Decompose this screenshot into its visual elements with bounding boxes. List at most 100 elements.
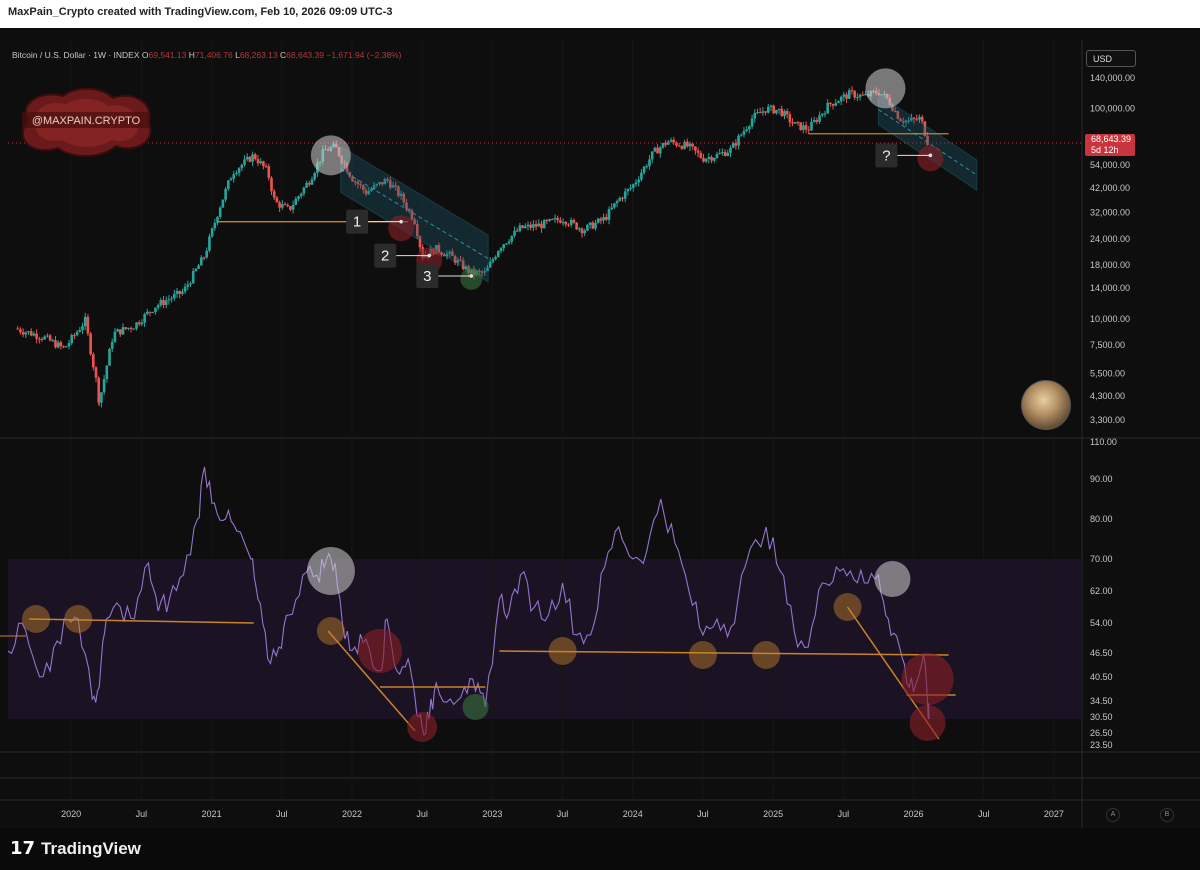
candle-body (92, 354, 95, 368)
candle-body (810, 121, 813, 131)
candle-body (140, 322, 144, 325)
candle-body (224, 188, 227, 200)
candle-body (227, 180, 230, 189)
candle-body (175, 290, 179, 294)
price-tick-label: 5,500.00 (1090, 368, 1125, 378)
candle-body (542, 220, 546, 229)
low-value: 68,263.13 (239, 50, 278, 60)
candle-body (586, 224, 589, 231)
candle-body (513, 230, 516, 236)
candle-body (818, 115, 821, 122)
auto-scale-button[interactable]: A (1106, 808, 1120, 822)
candle-body (170, 298, 173, 300)
candle-body (634, 182, 638, 185)
candle-body (842, 94, 846, 97)
candle-body (218, 207, 222, 217)
close-value: 68,643.39 (286, 50, 324, 60)
log-scale-button[interactable]: B (1160, 808, 1174, 822)
candle-body (127, 327, 130, 329)
time-tick-label: 2021 (202, 809, 222, 819)
candle-body (577, 228, 581, 230)
candle-body (680, 146, 684, 149)
candle-body (729, 147, 732, 153)
candle-body (750, 118, 754, 127)
candle-body (858, 94, 862, 98)
time-tick-label: Jul (136, 809, 148, 819)
candle-body (202, 257, 206, 259)
rsi-highlight-circle (316, 617, 345, 645)
marker-label: 3 (423, 268, 431, 285)
candle-body (183, 286, 187, 292)
currency-button[interactable]: USD (1086, 50, 1136, 67)
candle-body (216, 216, 219, 223)
price-tick-label: 42,000.00 (1090, 183, 1130, 193)
candle-body (804, 125, 808, 130)
candle-body (113, 331, 117, 342)
candle-body (137, 322, 141, 325)
candle-body (110, 341, 114, 349)
time-tick-label: Jul (697, 809, 709, 819)
candle-body (626, 188, 630, 192)
time-tick-label: 2024 (623, 809, 643, 819)
candle-body (534, 224, 538, 227)
candle-body (696, 150, 700, 153)
last-price-tag: 68,643.39 5d 12h (1085, 134, 1135, 156)
candle-body (791, 122, 794, 124)
symbol-legend: Bitcoin / U.S. Dollar · 1W · INDEX O69,5… (12, 50, 402, 60)
price-tick-label: 32,000.00 (1090, 208, 1130, 218)
candle-body (65, 346, 68, 348)
time-tick-label: 2022 (342, 809, 362, 819)
candle-body (308, 182, 311, 185)
price-highlight-circle (865, 68, 906, 109)
candle-body (629, 187, 632, 189)
candle-body (264, 166, 268, 168)
candle-body (550, 219, 554, 221)
candle-body (262, 161, 265, 167)
price-tick-label: 100,000.00 (1090, 104, 1135, 114)
time-tick-label: Jul (276, 809, 288, 819)
candle-body (691, 143, 694, 147)
chart-svg[interactable]: 140,000.00100,000.0054,000.0042,000.0032… (0, 0, 1200, 870)
candle-body (83, 316, 87, 327)
candle-body (167, 299, 171, 301)
candle-body (494, 256, 497, 260)
candle-body (499, 248, 503, 252)
time-tick-label: 2027 (1044, 809, 1064, 819)
candle-body (294, 198, 298, 205)
candle-body (540, 223, 543, 229)
candle-body (553, 218, 557, 220)
time-tick-label: 2023 (482, 809, 502, 819)
tradingview-mark-icon: 17 (10, 838, 36, 859)
candle-body (46, 335, 49, 337)
rsi-tick-label: 23.50 (1090, 740, 1113, 750)
candle-body (594, 222, 597, 229)
candle-body (313, 173, 317, 180)
candle-body (164, 300, 168, 306)
candle-body (702, 157, 705, 162)
candle-body (796, 122, 800, 124)
candle-body (21, 332, 25, 335)
candle-body (73, 335, 76, 337)
candle-body (102, 378, 106, 393)
time-tick-label: Jul (838, 809, 850, 819)
tradingview-wordmark: TradingView (41, 838, 141, 858)
candle-body (232, 174, 236, 179)
rsi-tick-label: 62.00 (1090, 586, 1113, 596)
candle-body (731, 143, 735, 148)
rsi-highlight-circle (462, 694, 489, 720)
tradingview-logo[interactable]: 17 TradingView (10, 838, 141, 859)
candle-body (275, 197, 279, 203)
candle-body (602, 217, 605, 221)
candle-body (205, 250, 209, 258)
candle-body (70, 335, 74, 344)
candle-body (56, 342, 60, 348)
time-tick-label: 2020 (61, 809, 81, 819)
candle-body (51, 340, 55, 342)
candle-body (823, 113, 827, 115)
candle-body (283, 204, 287, 206)
candle-body (245, 156, 249, 160)
candle-body (221, 199, 225, 208)
candle-body (129, 327, 133, 329)
open-label: O (141, 50, 149, 60)
candle-body (556, 218, 559, 221)
